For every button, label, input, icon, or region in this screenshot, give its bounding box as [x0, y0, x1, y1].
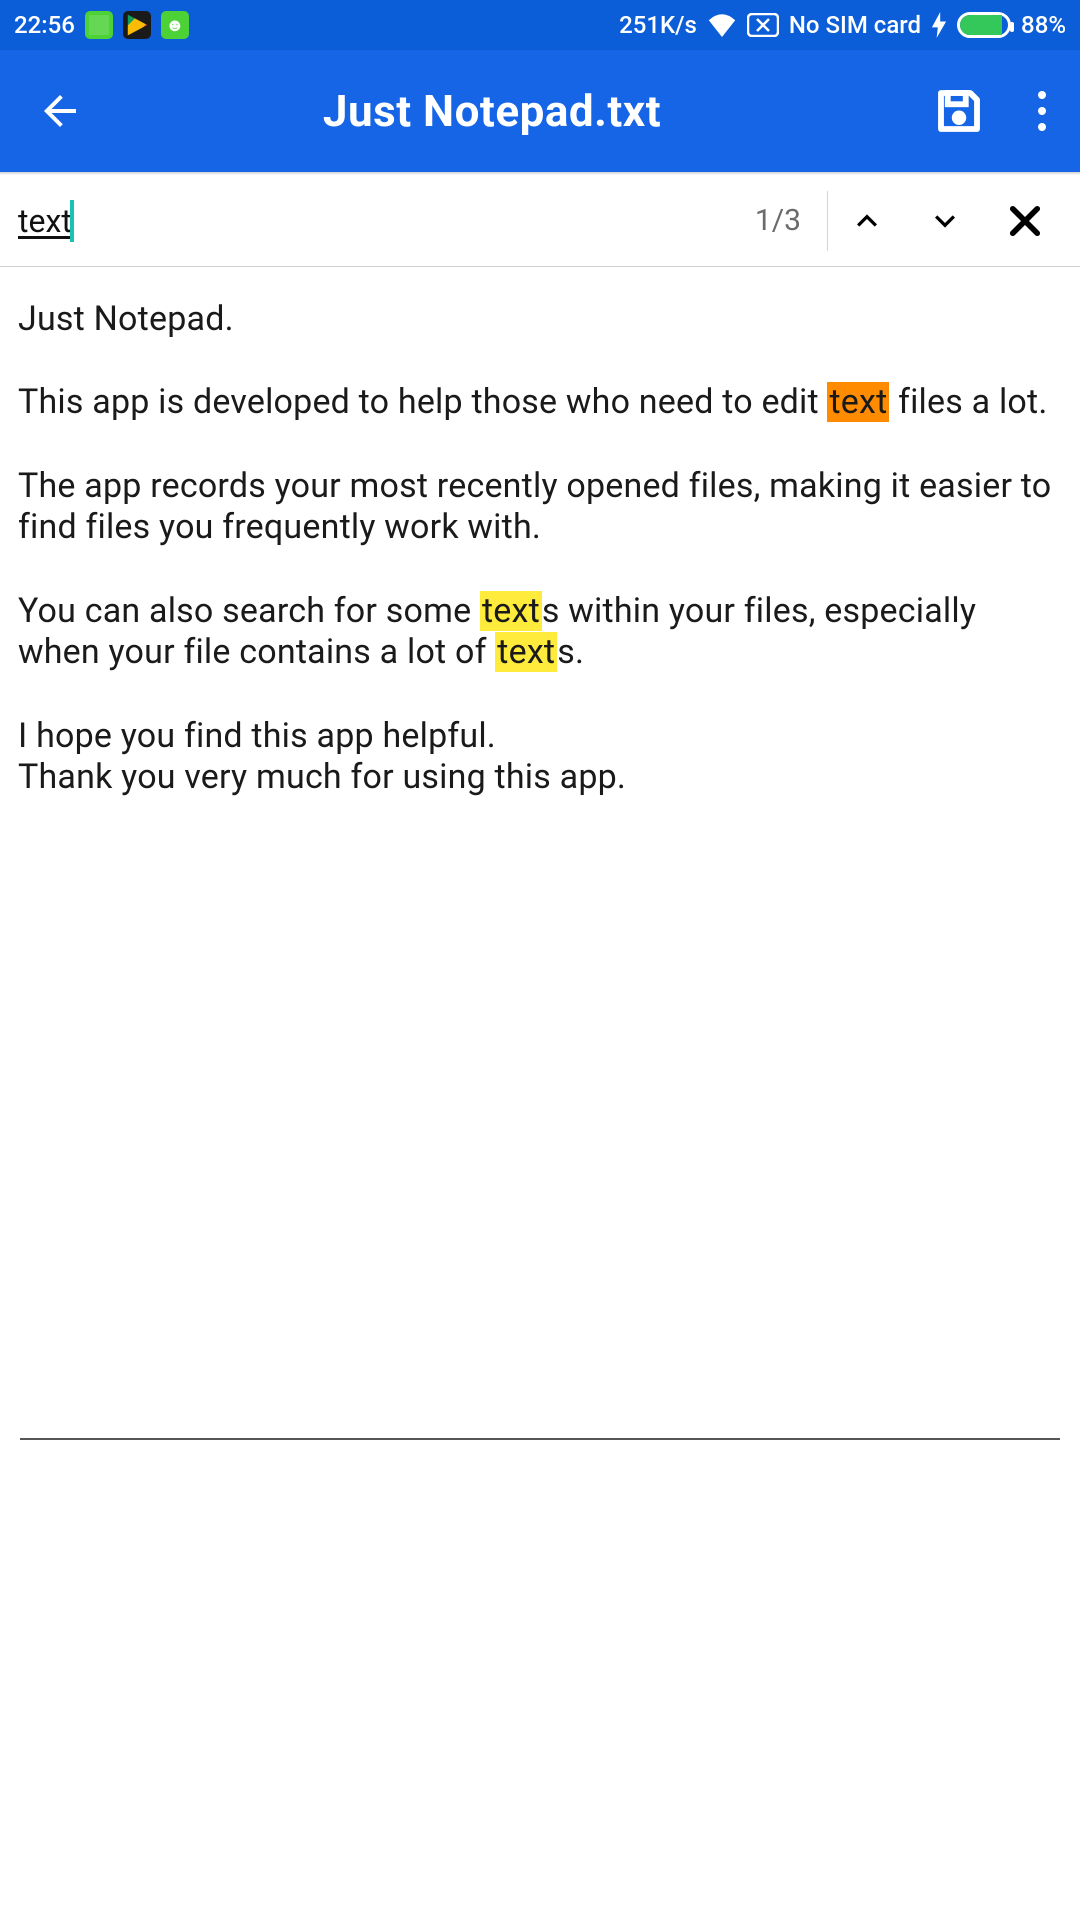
play-store-icon: [123, 11, 151, 39]
text-run: This app is developed to help those who …: [18, 382, 827, 422]
overflow-menu-button[interactable]: [1022, 81, 1062, 141]
close-icon: [1004, 200, 1046, 242]
document-title: Just Notepad.txt: [60, 85, 924, 137]
paragraph: This app is developed to help those who …: [18, 382, 1062, 423]
battery-fill: [960, 15, 1002, 35]
search-hit: text: [480, 591, 542, 631]
text-caret: [70, 200, 74, 242]
status-left: 22:56 ☻: [14, 11, 189, 39]
status-right: 251K/s No SIM card 88%: [619, 11, 1066, 39]
battery-icon: [957, 12, 1011, 38]
sim-status-text: No SIM card: [789, 11, 921, 39]
app-bar: Just Notepad.txt: [0, 50, 1080, 172]
status-bar: 22:56 ☻ 251K/s No SIM card 88%: [0, 0, 1080, 50]
text-run: You can also search for some: [18, 591, 480, 631]
text-run: s.: [557, 632, 584, 672]
no-sim-icon: [747, 13, 779, 37]
editor-area[interactable]: Just Notepad. This app is developed to h…: [0, 267, 1080, 799]
network-speed: 251K/s: [619, 11, 697, 39]
search-input[interactable]: text: [18, 198, 72, 244]
chevron-up-icon: [847, 201, 887, 241]
editor-bottom-rule: [20, 1438, 1060, 1440]
find-next-button[interactable]: [906, 186, 984, 256]
paragraph: Just Notepad.: [18, 299, 1062, 340]
more-vert-icon: [1038, 91, 1046, 99]
status-time: 22:56: [14, 11, 75, 39]
find-close-button[interactable]: [990, 186, 1060, 256]
text-run: I hope you find this app helpful.: [18, 716, 496, 756]
chevron-down-icon: [925, 201, 965, 241]
paragraph: You can also search for some texts withi…: [18, 591, 1062, 674]
text-run: files a lot.: [889, 382, 1047, 422]
save-icon: [932, 84, 986, 138]
search-hit-current: text: [827, 382, 889, 422]
charging-icon: [931, 12, 947, 38]
paragraph: I hope you find this app helpful. Thank …: [18, 716, 1062, 799]
find-prev-button[interactable]: [828, 186, 906, 256]
find-count: 1/3: [729, 203, 827, 238]
wifi-icon: [707, 13, 737, 37]
battery-saver-icon: [85, 11, 113, 39]
battery-percent: 88%: [1021, 11, 1066, 39]
search-hit: text: [495, 632, 557, 672]
paragraph: The app records your most recently opene…: [18, 466, 1062, 549]
find-bar: text 1/3: [0, 175, 1080, 267]
android-face-icon: ☻: [161, 11, 189, 39]
find-input-wrap[interactable]: text: [18, 175, 729, 266]
save-button[interactable]: [924, 76, 994, 146]
text-run: Thank you very much for using this app.: [18, 757, 626, 797]
